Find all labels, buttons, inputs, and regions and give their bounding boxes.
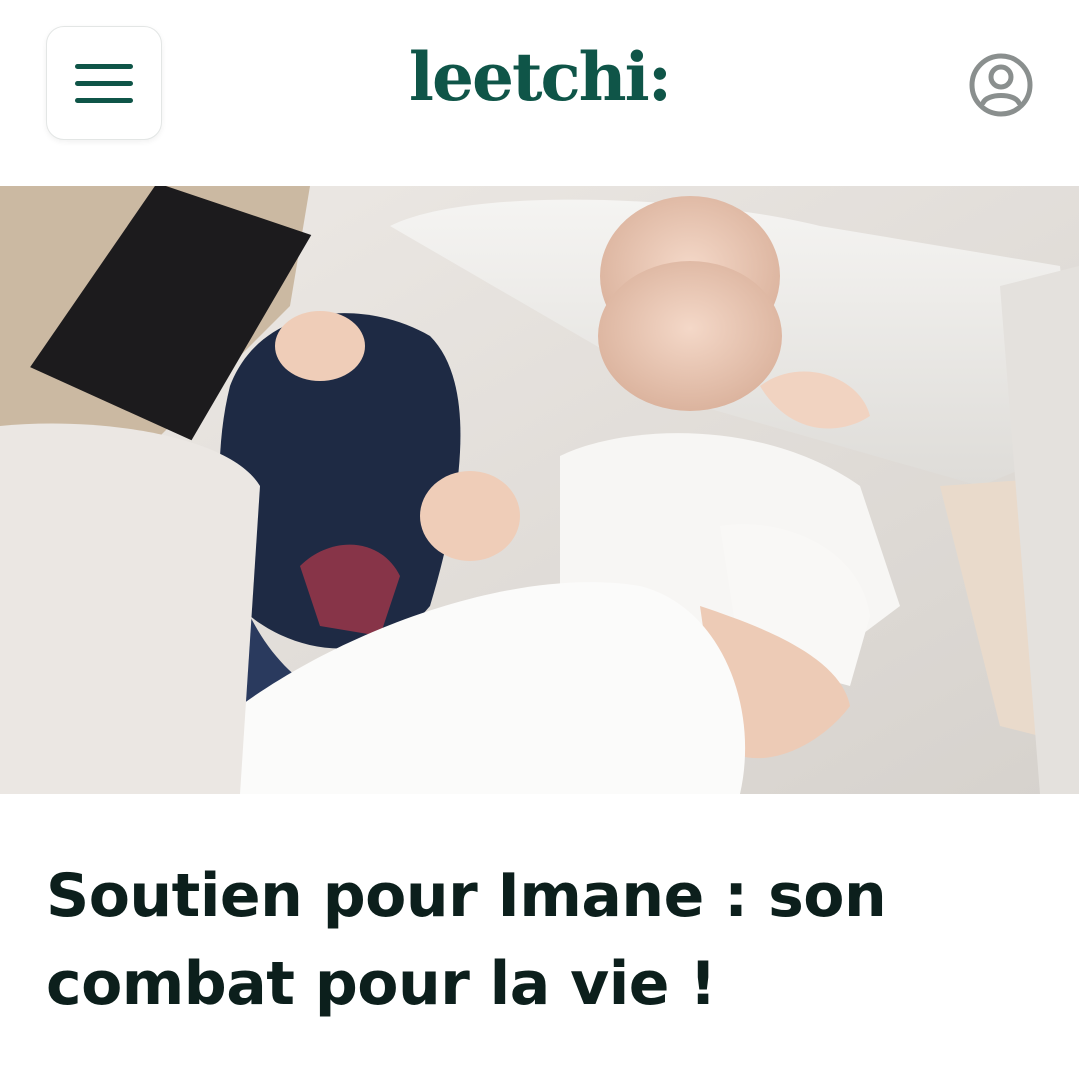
top-header: leetchi: [0,0,1079,186]
campaign-title: Soutien pour Imane : son combat pour la … [46,861,887,1019]
leetchi-logo[interactable]: leetchi: [0,44,1079,110]
profile-button[interactable] [968,52,1034,118]
campaign-photo [0,186,1079,794]
user-account-icon [969,53,1033,117]
